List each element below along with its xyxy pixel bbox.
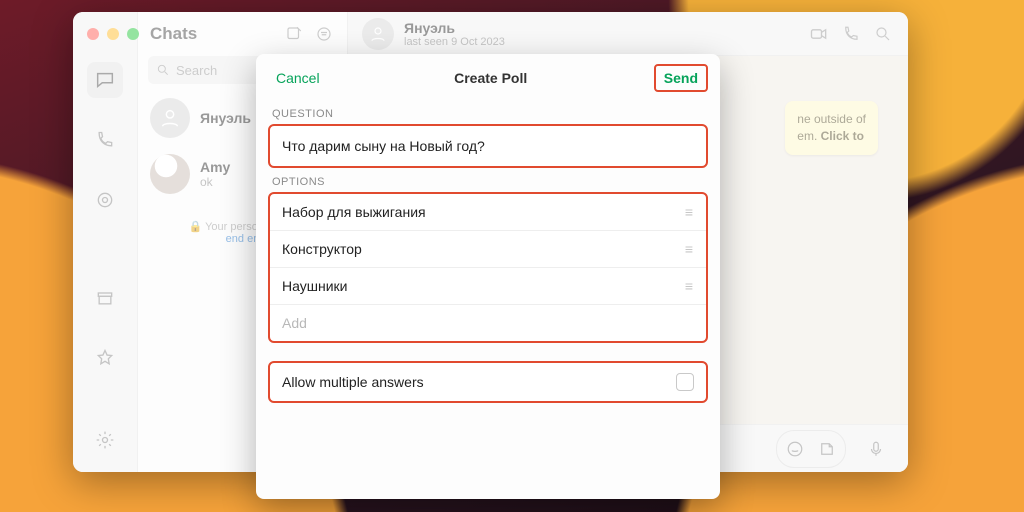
phone-icon (842, 25, 860, 43)
person-icon (369, 25, 387, 43)
chat-name: Януэль (200, 110, 251, 126)
person-icon (159, 107, 181, 129)
gear-icon (95, 430, 115, 450)
chat-bubble-icon (94, 69, 116, 91)
modal-title: Create Poll (454, 70, 527, 86)
add-option-row[interactable]: Add (270, 305, 706, 341)
search-icon (874, 25, 892, 43)
poll-option-text: Наушники (282, 278, 347, 294)
conversation-name: Януэль (404, 20, 798, 36)
options-list: Набор для выжигания ≡ Конструктор ≡ Науш… (268, 192, 708, 343)
nav-rail (73, 12, 138, 472)
status-ring-icon (95, 190, 115, 210)
allow-multiple-row[interactable]: Allow multiple answers (268, 361, 708, 403)
nav-starred[interactable] (87, 340, 123, 376)
sticker-icon (818, 440, 836, 458)
chat-preview: ok (200, 175, 230, 189)
nav-calls[interactable] (87, 122, 123, 158)
emoji-button[interactable] (779, 433, 811, 465)
send-button[interactable]: Send (654, 64, 708, 92)
zoom-window-button[interactable] (127, 28, 139, 40)
avatar (362, 18, 394, 50)
chat-name: Amy (200, 159, 230, 175)
chat-list-title: Chats (150, 24, 275, 44)
search-icon (156, 63, 170, 77)
video-call-button[interactable] (808, 23, 830, 45)
filter-icon (315, 25, 333, 43)
star-icon (95, 348, 115, 368)
poll-option-row[interactable]: Конструктор ≡ (270, 231, 706, 268)
search-placeholder: Search (176, 63, 217, 78)
minimize-window-button[interactable] (107, 28, 119, 40)
video-icon (809, 24, 829, 44)
compose-icon (285, 25, 303, 43)
encryption-link[interactable]: end en (226, 233, 260, 245)
poll-option-row[interactable]: Набор для выжигания ≡ (270, 194, 706, 231)
chat-list-header: Chats (138, 12, 347, 56)
drag-handle-icon[interactable]: ≡ (685, 204, 694, 220)
new-chat-button[interactable] (283, 23, 305, 45)
desktop-wallpaper: Chats Search Януэль (0, 0, 1024, 512)
close-window-button[interactable] (87, 28, 99, 40)
drag-handle-icon[interactable]: ≡ (685, 278, 694, 294)
voice-call-button[interactable] (840, 23, 862, 45)
archive-box-icon (95, 288, 115, 308)
options-section-label: OPTIONS (256, 168, 720, 192)
question-section-label: QUESTION (256, 100, 720, 124)
info-bubble[interactable]: ne outside of em. Click to (785, 101, 878, 155)
add-option-placeholder: Add (282, 315, 307, 331)
phone-icon (95, 130, 115, 150)
conversation-status: last seen 9 Oct 2023 (404, 36, 798, 48)
nav-chats[interactable] (87, 62, 123, 98)
poll-question-input[interactable] (270, 126, 706, 166)
nav-settings[interactable] (87, 422, 123, 458)
allow-multiple-checkbox[interactable] (676, 373, 694, 391)
search-in-chat-button[interactable] (872, 23, 894, 45)
microphone-icon (867, 440, 885, 458)
question-input-box (268, 124, 708, 168)
mic-button[interactable] (860, 433, 892, 465)
nav-status[interactable] (87, 182, 123, 218)
cancel-button[interactable]: Cancel (268, 66, 328, 90)
smile-icon (786, 440, 804, 458)
poll-option-row[interactable]: Наушники ≡ (270, 268, 706, 305)
avatar (150, 98, 190, 138)
create-poll-modal: Cancel Create Poll Send QUESTION OPTIONS… (256, 54, 720, 499)
drag-handle-icon[interactable]: ≡ (685, 241, 694, 257)
poll-option-text: Конструктор (282, 241, 362, 257)
window-controls (87, 28, 139, 40)
poll-option-text: Набор для выжигания (282, 204, 426, 220)
modal-header: Cancel Create Poll Send (256, 64, 720, 100)
filter-button[interactable] (313, 23, 335, 45)
sticker-button[interactable] (811, 433, 843, 465)
nav-archive[interactable] (87, 280, 123, 316)
emoji-sticker-toggle (776, 430, 846, 468)
avatar (150, 154, 190, 194)
conversation-header: Януэль last seen 9 Oct 2023 (348, 12, 908, 56)
allow-multiple-label: Allow multiple answers (282, 374, 424, 390)
